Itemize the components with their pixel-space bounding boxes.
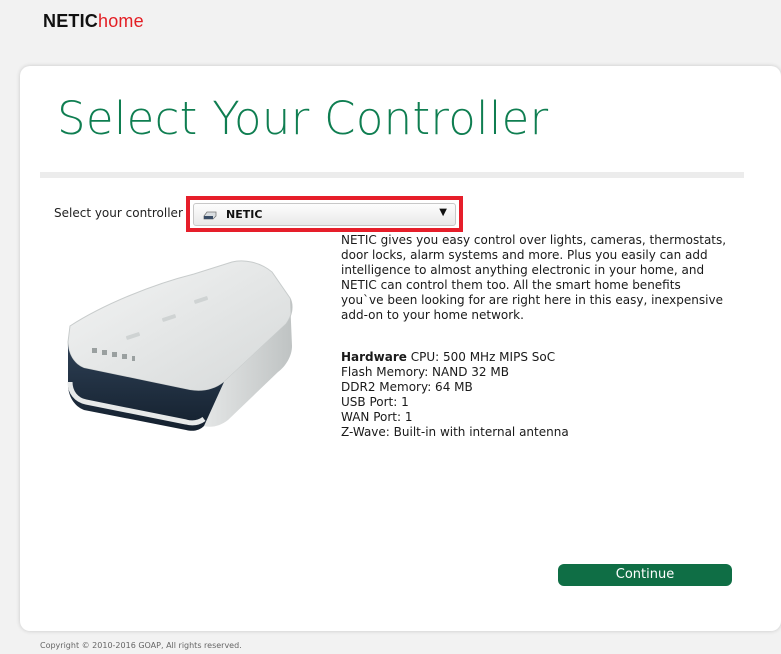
spec-flash: Flash Memory: NAND 32 MB <box>341 365 509 379</box>
top-bar: NETIChome <box>0 0 781 64</box>
controller-card: Select Your Controller Select your contr… <box>20 66 781 631</box>
chevron-down-icon: ▼ <box>439 207 447 218</box>
spec-cpu-text: CPU: 500 MHz MIPS SoC <box>410 350 556 364</box>
controller-description: NETIC gives you easy control over lights… <box>341 233 727 322</box>
controller-select-value: NETIC <box>226 208 263 221</box>
spec-ddr2: DDR2 Memory: 64 MB <box>341 380 473 394</box>
controller-select[interactable]: NETIC ▼ <box>193 203 456 226</box>
title-divider <box>40 172 744 178</box>
controller-device-image <box>67 260 293 431</box>
spec-wan: WAN Port: 1 <box>341 410 413 424</box>
spec-usb: USB Port: 1 <box>341 395 409 409</box>
footer-copyright: Copyright © 2010-2016 GOAP, All rights r… <box>40 641 242 650</box>
hardware-specs: Hardware CPU: 500 MHz MIPS SoC Flash Mem… <box>341 350 727 440</box>
spec-cpu: Hardware CPU: 500 MHz MIPS SoC <box>341 350 727 365</box>
logo-text-home: home <box>98 11 144 31</box>
logo-text-netic: NETIC <box>43 11 98 31</box>
continue-button[interactable]: Continue <box>558 564 732 586</box>
spec-zwave: Z-Wave: Built-in with internal antenna <box>341 425 569 439</box>
page-title: Select Your Controller <box>57 92 549 145</box>
controller-select-label: Select your controller <box>54 206 183 220</box>
hardware-label: Hardware <box>341 350 407 364</box>
netic-home-logo[interactable]: NETIChome <box>43 11 144 32</box>
router-device-icon <box>203 211 217 220</box>
